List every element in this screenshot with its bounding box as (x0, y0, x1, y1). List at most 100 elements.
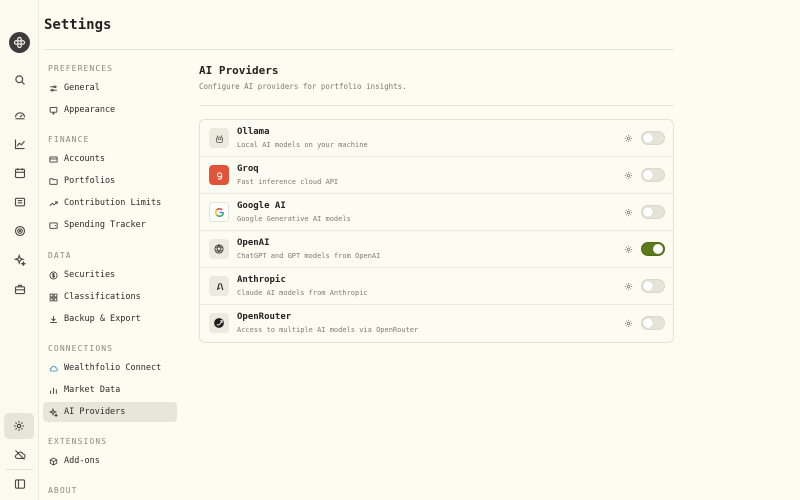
provider-row-ollama: Ollama Local AI models on your machine (200, 120, 673, 157)
nav-section-finance: FINANCE (48, 135, 90, 144)
nav-item-accounts[interactable]: Accounts (43, 149, 177, 169)
section-divider (199, 105, 674, 106)
ollama-icon (209, 128, 229, 148)
provider-row-openai: OpenAI ChatGPT and GPT models from OpenA… (200, 231, 673, 268)
briefcase-icon[interactable] (9, 278, 30, 299)
nav-item-label: Contribution Limits (64, 198, 162, 208)
nav-item-label: Wealthfolio Connect (64, 363, 162, 373)
nav-item-backup-export[interactable]: Backup & Export (43, 309, 177, 329)
nav-item-general[interactable]: General (43, 78, 177, 98)
provider-name: OpenRouter (237, 312, 292, 322)
provider-row-anthropic: Anthropic Claude AI models from Anthropi… (200, 268, 673, 305)
app-logo-icon[interactable] (9, 32, 30, 53)
provider-list: Ollama Local AI models on your machine G… (199, 119, 674, 343)
nav-section-extensions: EXTENSIONS (48, 437, 108, 446)
nav-item-wealthfolio-connect[interactable]: Wealthfolio Connect (43, 358, 177, 378)
enable-toggle[interactable] (641, 316, 665, 330)
enable-toggle[interactable] (641, 131, 665, 145)
section-subtitle: Configure AI providers for portfolio ins… (199, 82, 407, 91)
toggle-knob (643, 318, 653, 328)
provider-description: Claude AI models from Anthropic (237, 289, 368, 297)
title-divider (44, 49, 674, 50)
cloud-off-icon[interactable] (9, 444, 30, 465)
anthropic-icon (209, 276, 229, 296)
provider-row-openrouter: OpenRouter Access to multiple AI models … (200, 305, 673, 342)
provider-description: Google Generative AI models (237, 215, 351, 223)
sidebar-toggle-icon[interactable] (9, 473, 30, 494)
app-window: Settings PREFERENCES General Appearance … (0, 0, 800, 500)
transactions-list-icon[interactable] (9, 191, 30, 212)
nav-item-label: Securities (64, 270, 116, 280)
nav-item-label: Market Data (64, 385, 121, 395)
provider-name: Anthropic (237, 275, 286, 285)
target-icon[interactable] (9, 220, 30, 241)
enable-toggle[interactable] (641, 242, 665, 256)
page-title: Settings (44, 17, 112, 33)
groq-icon (209, 165, 229, 185)
toggle-knob (643, 207, 653, 217)
bar-chart-icon (48, 385, 58, 395)
nav-item-label: Accounts (64, 154, 105, 164)
toggle-knob (643, 281, 653, 291)
provider-name: OpenAI (237, 238, 270, 248)
google-icon (209, 202, 229, 222)
settings-gear-icon[interactable] (4, 413, 34, 439)
nav-item-label: Classifications (64, 292, 141, 302)
toggle-knob (653, 244, 663, 254)
sparkles-icon (48, 407, 58, 417)
line-chart-icon[interactable] (9, 133, 30, 154)
nav-item-spending-tracker[interactable]: Spending Tracker (43, 215, 177, 235)
nav-item-contribution-limits[interactable]: Contribution Limits (43, 193, 177, 213)
settings-gear-icon[interactable] (623, 170, 633, 180)
settings-gear-icon[interactable] (623, 281, 633, 291)
provider-row-groq: Groq Fast inference cloud API (200, 157, 673, 194)
dollar-icon (48, 270, 58, 280)
monitor-icon (48, 105, 58, 115)
nav-item-label: General (64, 83, 100, 93)
download-icon (48, 314, 58, 324)
nav-section-connections: CONNECTIONS (48, 344, 114, 353)
settings-gear-icon[interactable] (623, 244, 633, 254)
nav-item-ai-providers[interactable]: AI Providers (43, 402, 177, 422)
nav-item-label: Appearance (64, 105, 116, 115)
provider-name: Groq (237, 164, 259, 174)
openai-icon (209, 239, 229, 259)
nav-section-preferences: PREFERENCES (48, 64, 114, 73)
calendar-icon[interactable] (9, 162, 30, 183)
search-icon[interactable] (9, 69, 30, 90)
nav-item-label: AI Providers (64, 407, 126, 417)
nav-item-label: Portfolios (64, 176, 116, 186)
sparkles-icon[interactable] (9, 249, 30, 270)
nav-section-about: ABOUT (48, 486, 78, 495)
enable-toggle[interactable] (641, 168, 665, 182)
provider-row-google-ai: Google AI Google Generative AI models (200, 194, 673, 231)
nav-item-appearance[interactable]: Appearance (43, 100, 177, 120)
nav-item-classifications[interactable]: Classifications (43, 287, 177, 307)
nav-item-market-data[interactable]: Market Data (43, 380, 177, 400)
card-icon (48, 154, 58, 164)
section-title: AI Providers (199, 64, 279, 77)
enable-toggle[interactable] (641, 279, 665, 293)
trend-up-icon (48, 198, 58, 208)
settings-gear-icon[interactable] (623, 207, 633, 217)
provider-description: Fast inference cloud API (237, 178, 339, 186)
settings-gear-icon[interactable] (623, 318, 633, 328)
settings-gear-icon[interactable] (623, 133, 633, 143)
nav-item-label: Add-ons (64, 456, 100, 466)
enable-toggle[interactable] (641, 205, 665, 219)
folder-icon (48, 176, 58, 186)
icon-rail (0, 0, 39, 500)
nav-item-label: Backup & Export (64, 314, 141, 324)
nav-item-add-ons[interactable]: Add-ons (43, 451, 177, 471)
openrouter-icon (209, 313, 229, 333)
nav-item-portfolios[interactable]: Portfolios (43, 171, 177, 191)
nav-section-data: DATA (48, 251, 72, 260)
nav-item-securities[interactable]: Securities (43, 265, 177, 285)
provider-name: Ollama (237, 127, 270, 137)
cloud-icon (48, 363, 58, 373)
package-icon (48, 456, 58, 466)
provider-description: Access to multiple AI models via OpenRou… (237, 326, 419, 334)
toggle-knob (643, 133, 653, 143)
provider-description: Local AI models on your machine (237, 141, 368, 149)
dashboard-gauge-icon[interactable] (9, 104, 30, 125)
